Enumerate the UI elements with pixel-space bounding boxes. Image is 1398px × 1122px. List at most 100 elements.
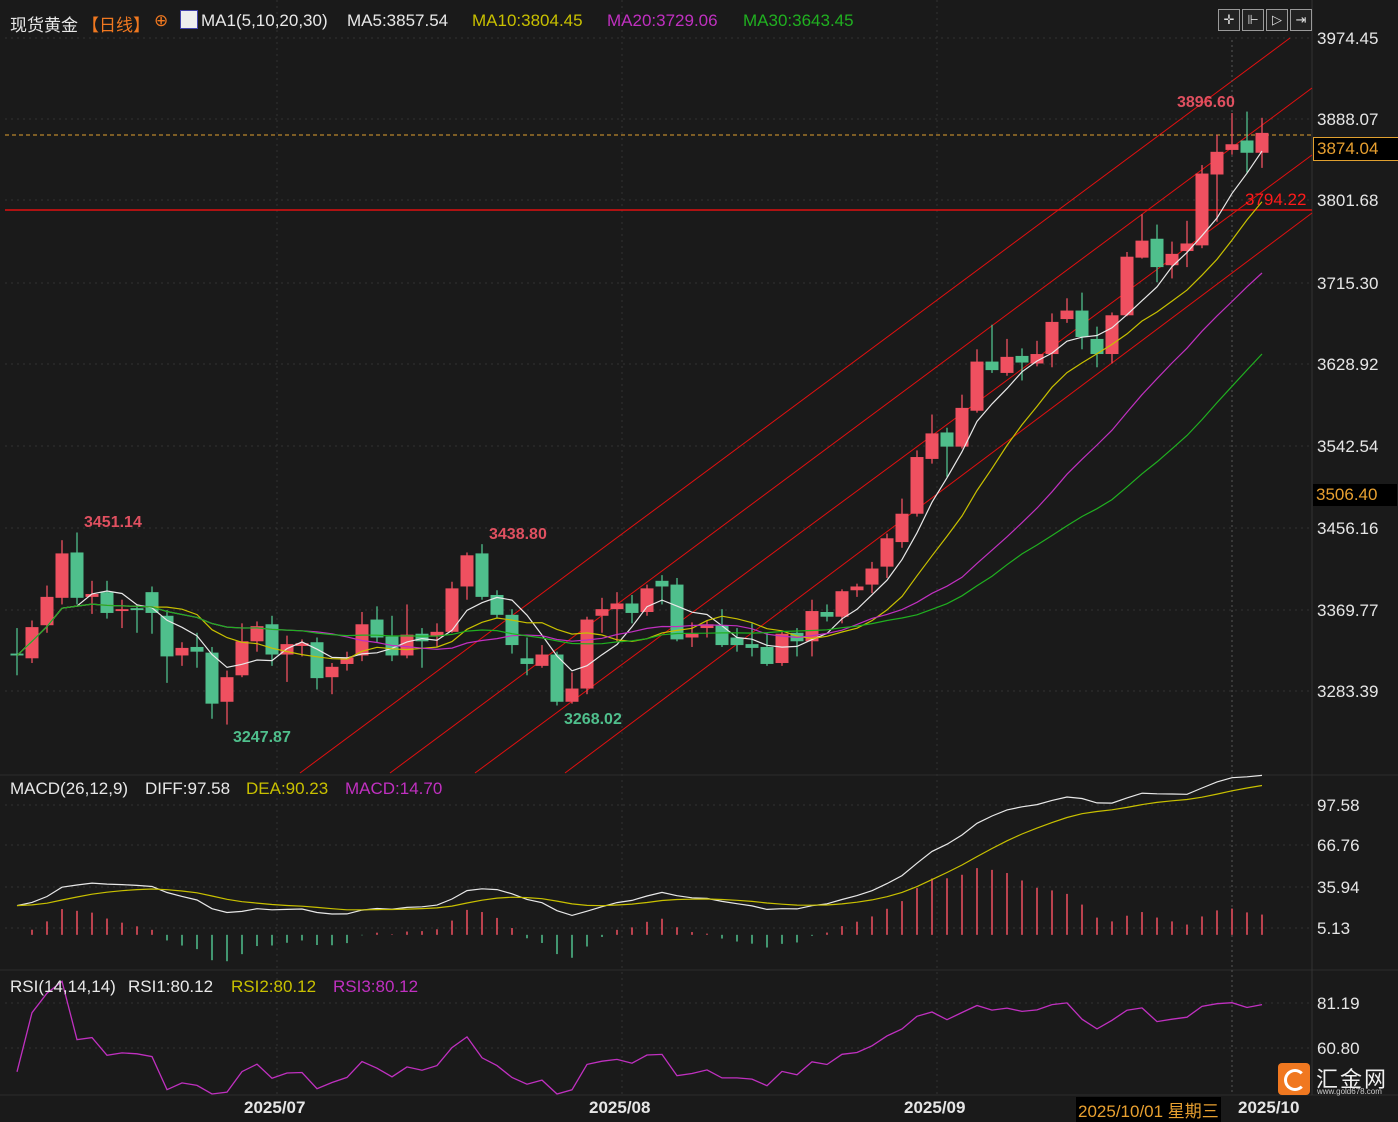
candle-down[interactable] — [475, 553, 489, 597]
macd-tick: 5.13 — [1317, 919, 1351, 938]
candle-down[interactable] — [745, 644, 759, 648]
candle-up[interactable] — [925, 433, 939, 459]
play-icon[interactable]: ▷ — [1266, 9, 1288, 31]
candle-up[interactable] — [970, 361, 984, 411]
grid — [0, 0, 1398, 1096]
date-label: 2025/07 — [244, 1098, 306, 1117]
candle-down[interactable] — [655, 580, 669, 587]
channel-line-2[interactable] — [389, 87, 1313, 774]
candle-down[interactable] — [145, 592, 159, 613]
candle-up[interactable] — [445, 588, 459, 632]
candle-down[interactable] — [1240, 140, 1254, 153]
candle-down[interactable] — [1015, 355, 1029, 363]
ma10-line — [16, 201, 1263, 660]
macd-tick: 97.58 — [1317, 796, 1360, 815]
candle-up[interactable] — [175, 647, 189, 656]
candle-down[interactable] — [130, 608, 144, 611]
macd-tick: 35.94 — [1317, 878, 1360, 897]
candle-up[interactable] — [1105, 315, 1119, 355]
candle-up[interactable] — [640, 588, 654, 612]
high-annotation: 3451.14 — [84, 514, 142, 531]
rsi-tick: 81.19 — [1317, 994, 1360, 1013]
scroll-right-icon[interactable]: ⇥ — [1290, 9, 1312, 31]
candle-up[interactable] — [850, 586, 864, 591]
candle-down[interactable] — [70, 552, 84, 598]
candle-up[interactable] — [835, 591, 849, 617]
candle-down[interactable] — [760, 646, 774, 664]
candle-up[interactable] — [610, 603, 624, 610]
date-label: 2025/10 — [1238, 1098, 1300, 1117]
candle-up[interactable] — [895, 513, 909, 543]
date-label: 2025/08 — [589, 1098, 651, 1117]
candle-down[interactable] — [520, 658, 534, 664]
price-tick: 3456.16 — [1317, 519, 1379, 538]
candle-down[interactable] — [940, 432, 954, 447]
candle-up[interactable] — [955, 407, 969, 447]
macd-dea-line — [16, 784, 1263, 911]
candle-up[interactable] — [325, 666, 339, 678]
candle-up[interactable] — [775, 633, 789, 664]
candle-up[interactable] — [25, 627, 39, 659]
rsi-panel — [16, 980, 1263, 1095]
candle-up[interactable] — [1225, 144, 1239, 150]
rsi-line — [16, 980, 1263, 1095]
candle-up[interactable] — [910, 457, 924, 514]
macd-value: MACD:14.70 — [345, 779, 443, 798]
ma-params: MA1(5,10,20,30) — [201, 11, 328, 30]
candle-up[interactable] — [1165, 253, 1179, 266]
candle-up[interactable] — [1195, 173, 1209, 246]
settings-circle-icon[interactable]: ⊕ — [154, 11, 168, 31]
macd-dea: DEA:90.23 — [246, 779, 329, 798]
trend-channel-lines[interactable] — [5, 37, 1313, 1095]
candle-up[interactable] — [685, 633, 699, 638]
candle-up[interactable] — [235, 641, 249, 676]
macd-params: MACD(26,12,9) — [10, 779, 129, 798]
candle-down[interactable] — [100, 592, 114, 613]
candle-up[interactable] — [865, 568, 879, 585]
crosshair-icon[interactable]: ✛ — [1218, 9, 1240, 31]
candle-up[interactable] — [580, 619, 594, 689]
channel-line-1[interactable] — [299, 37, 1291, 774]
candle-up[interactable] — [565, 688, 579, 702]
rsi2-value: RSI2:80.12 — [231, 977, 317, 996]
candle-down[interactable] — [550, 654, 564, 702]
candle-up[interactable] — [880, 538, 894, 567]
candle-down[interactable] — [715, 625, 729, 646]
rsi-params: RSI(14,14,14) — [10, 977, 116, 996]
logo-url: www.gold678.com — [1317, 1087, 1382, 1096]
candle-up[interactable] — [115, 609, 129, 612]
candle-down[interactable] — [190, 646, 204, 652]
candle-down[interactable] — [1075, 310, 1089, 338]
candle-down[interactable] — [820, 611, 834, 617]
candle-up[interactable] — [1060, 310, 1074, 320]
rsi3-value: RSI3:80.12 — [333, 977, 419, 996]
candle-up[interactable] — [535, 654, 549, 666]
candle-up[interactable] — [1135, 240, 1149, 258]
date-label: 2025/09 — [904, 1098, 966, 1117]
candle-down[interactable] — [205, 652, 219, 704]
current-price-badge: 3874.04 — [1313, 137, 1398, 161]
candle-up[interactable] — [1120, 256, 1134, 316]
candle-up[interactable] — [55, 553, 69, 598]
period-label[interactable]: 【日线】 — [82, 11, 150, 36]
candle-up[interactable] — [460, 555, 474, 587]
candle-up[interactable] — [220, 677, 234, 702]
candle-down[interactable] — [985, 361, 999, 371]
low-annotation: 3268.02 — [564, 711, 622, 728]
candle-down[interactable] — [730, 637, 744, 646]
chart-canvas[interactable] — [0, 0, 1398, 1118]
hline-price-label: 3794.22 — [1245, 190, 1307, 209]
candle-up[interactable] — [400, 634, 414, 656]
price-tick: 3283.39 — [1317, 682, 1379, 701]
range-icon[interactable]: ⊩ — [1242, 9, 1264, 31]
price-tick: 3542.54 — [1317, 437, 1379, 456]
candle-down[interactable] — [1090, 338, 1104, 355]
indicator-chart-icon[interactable] — [180, 10, 198, 29]
candle-up[interactable] — [1255, 132, 1269, 153]
candle-up[interactable] — [1000, 356, 1014, 373]
candle-down[interactable] — [1150, 238, 1164, 268]
candle-down[interactable] — [625, 603, 639, 613]
candle-up[interactable] — [595, 609, 609, 616]
ma5-value: MA5:3857.54 — [347, 11, 449, 30]
candle-up[interactable] — [1210, 151, 1224, 175]
